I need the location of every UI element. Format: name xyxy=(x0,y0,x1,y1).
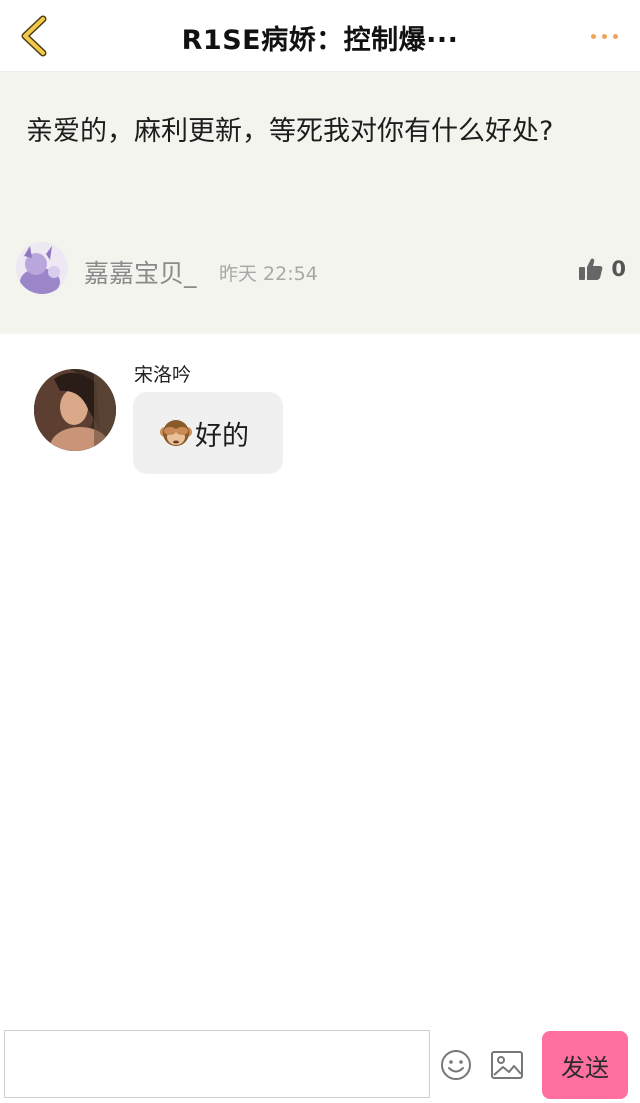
like-button[interactable]: 0 xyxy=(579,254,626,284)
avatar-image xyxy=(16,242,68,294)
thumbs-up-icon xyxy=(579,258,603,280)
comment-text: 好的 xyxy=(195,420,249,452)
post-author[interactable]: 嘉嘉宝贝_ xyxy=(84,254,197,290)
like-count: 0 xyxy=(611,257,626,281)
comment-item: 宋洛吟 好的 xyxy=(34,356,594,486)
comment-bubble: 好的 xyxy=(133,392,283,474)
see-no-evil-monkey-icon xyxy=(160,420,192,446)
avatar[interactable] xyxy=(34,369,116,451)
post-meta: 嘉嘉宝贝_ 昨天 22:54 0 xyxy=(16,242,626,298)
avatar[interactable] xyxy=(16,242,68,294)
smiley-icon xyxy=(441,1050,471,1080)
more-dots-icon xyxy=(590,33,596,39)
top-bar: R1SE病娇：控制爆··· xyxy=(0,0,640,72)
comment-author[interactable]: 宋洛吟 xyxy=(134,360,191,387)
image-button[interactable] xyxy=(490,1050,524,1080)
page-title: R1SE病娇：控制爆··· xyxy=(181,25,459,56)
post-card: 亲爱的，麻利更新，等死我对你有什么好处? 嘉嘉宝贝_ 昨天 22:54 0 xyxy=(0,72,640,334)
image-icon xyxy=(491,1051,523,1079)
reply-input[interactable] xyxy=(4,1030,430,1098)
send-button[interactable]: 发送 xyxy=(542,1031,628,1099)
reply-bar: 发送 xyxy=(0,1022,640,1103)
emoji-button[interactable] xyxy=(440,1049,472,1081)
post-text: 亲爱的，麻利更新，等死我对你有什么好处? xyxy=(26,116,554,147)
avatar-image xyxy=(34,369,116,451)
more-button[interactable] xyxy=(582,20,626,52)
post-time: 昨天 22:54 xyxy=(219,263,318,285)
